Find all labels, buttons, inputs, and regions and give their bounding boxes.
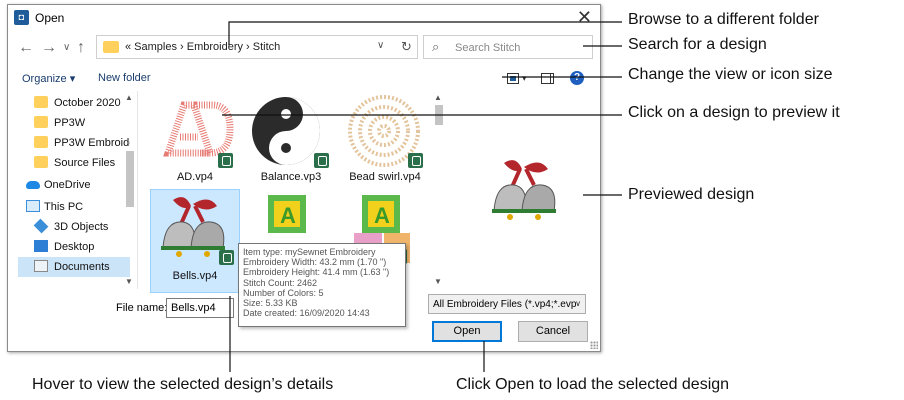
callout-view: Change the view or icon size — [628, 66, 833, 83]
callout-click-design: Click on a design to preview it — [628, 104, 840, 121]
callout-click-open: Click Open to load the selected design — [456, 376, 730, 393]
callout-browse: Browse to a different folder — [628, 11, 819, 28]
callout-previewed: Previewed design — [628, 186, 755, 203]
callout-hover: Hover to view the selected design’s deta… — [32, 376, 334, 393]
callout-search: Search for a design — [628, 36, 767, 53]
callout-lines — [222, 21, 622, 372]
